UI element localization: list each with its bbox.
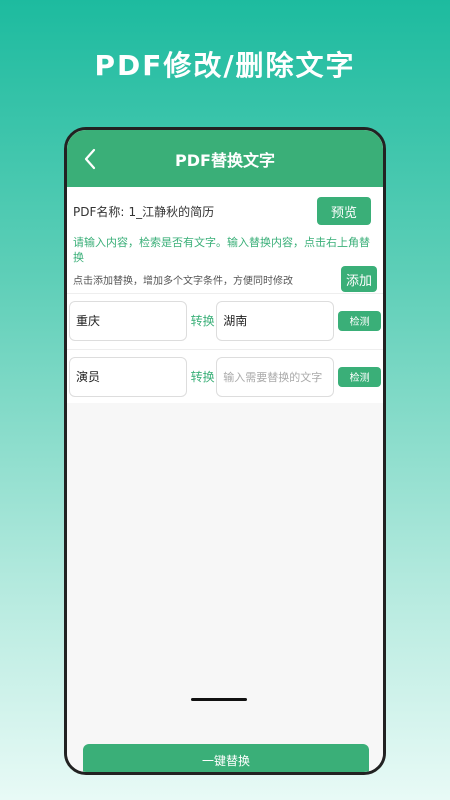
app-header: PDF替换文字 [67, 130, 383, 187]
check-button[interactable]: 检测 [338, 366, 381, 387]
page-title: PDF替换文字 [175, 150, 275, 170]
preview-button[interactable]: 预览 [317, 197, 371, 225]
target-text-input[interactable] [216, 300, 335, 341]
add-rule-hint: 点击添加替换，增加多个文字条件，方便同时修改 [73, 275, 293, 287]
replace-rule-row: 转换 检测 [67, 349, 383, 403]
convert-label: 转换 [190, 370, 215, 384]
convert-label: 转换 [190, 314, 215, 328]
source-text-input[interactable] [69, 356, 187, 397]
promo-title: PDF修改/删除文字 [94, 49, 356, 82]
phone-frame: PDF替换文字 PDF名称: 1_江静秋的简历 预览 请输入内容，检索是否有文字… [64, 127, 386, 775]
pdf-name-value: 1_江静秋的简历 [128, 204, 215, 219]
target-text-input[interactable] [216, 356, 335, 397]
replace-all-button[interactable]: 一键替换 [83, 744, 369, 772]
instruction-text: 请输入内容，检索是否有文字。输入替换内容，点击右上角替换 [73, 236, 370, 264]
add-button[interactable]: 添加 [341, 266, 377, 292]
home-indicator [191, 698, 247, 701]
chevron-left-icon[interactable] [81, 148, 101, 170]
source-text-input[interactable] [69, 300, 187, 341]
bottom-area: 一键替换 [67, 610, 383, 772]
replace-rule-row: 转换 检测 [67, 293, 383, 347]
pdf-name-label: PDF名称: [73, 204, 125, 219]
add-rule-row: 点击添加替换，增加多个文字条件，方便同时修改 添加 [67, 265, 383, 293]
check-button[interactable]: 检测 [338, 310, 381, 331]
main-content: PDF名称: 1_江静秋的简历 预览 请输入内容，检索是否有文字。输入替换内容，… [67, 187, 383, 403]
